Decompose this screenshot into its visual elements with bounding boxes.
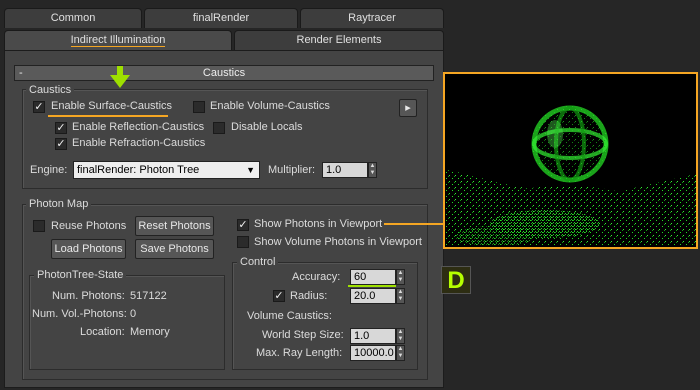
refraction-caustics-checkbox[interactable]: ✓ — [55, 138, 67, 150]
disable-locals-label[interactable]: Disable Locals — [231, 121, 303, 133]
reflection-caustics-checkbox[interactable]: ✓ — [55, 122, 67, 134]
arrow-down-icon — [110, 66, 130, 88]
chevron-down-icon: ▼ — [246, 165, 255, 175]
location-value: Memory — [130, 326, 170, 338]
more-options-button[interactable]: ▸ — [399, 99, 417, 117]
multiplier-spinner[interactable]: ▲ ▼ — [368, 162, 377, 178]
tab-indirect-illumination[interactable]: Indirect Illumination — [4, 30, 232, 50]
reuse-photons-label[interactable]: Reuse Photons — [51, 220, 126, 232]
radius-label: Radius: — [290, 290, 328, 302]
accuracy-highlight — [348, 285, 396, 287]
callout-line — [384, 223, 444, 225]
engine-value: finalRender: Photon Tree — [77, 164, 200, 176]
radius-checkbox[interactable]: ✓ — [273, 290, 285, 302]
photon-viewport-preview — [443, 72, 698, 249]
show-photons-viewport-label[interactable]: Show Photons in Viewport — [254, 218, 382, 230]
caustics-rollout-header[interactable]: - Caustics — [14, 65, 434, 81]
multiplier-label: Multiplier: — [268, 164, 316, 176]
num-vol-photons-value: 0 — [130, 308, 137, 320]
refraction-caustics-label[interactable]: Enable Refraction-Caustics — [72, 137, 205, 149]
num-photons-label: Num. Photons: — [52, 290, 125, 302]
photontree-state-label: PhotonTree-State — [34, 269, 127, 281]
tab-raytracer[interactable]: Raytracer — [300, 8, 444, 28]
rollout-title: Caustics — [202, 67, 246, 79]
tab-indirect-illumination-label: Indirect Illumination — [70, 34, 166, 47]
photon-map-group-label: Photon Map — [26, 198, 92, 210]
num-vol-photons-label: Num. Vol.-Photons: — [32, 308, 127, 320]
world-step-spinner[interactable]: ▲ ▼ — [396, 328, 405, 344]
engine-label: Engine: — [30, 164, 68, 176]
max-ray-length-spinner[interactable]: ▲ ▼ — [396, 345, 405, 361]
max-ray-length-label: Max. Ray Length: — [256, 347, 343, 359]
engine-dropdown[interactable]: finalRender: Photon Tree ▼ — [73, 161, 260, 179]
tab-render-elements[interactable]: Render Elements — [234, 30, 444, 50]
surface-caustics-checkbox[interactable]: ✓ — [33, 101, 45, 113]
radius-spinner[interactable]: ▲ ▼ — [396, 288, 405, 304]
volume-caustics-checkbox[interactable] — [193, 101, 205, 113]
location-label: Location: — [80, 326, 125, 338]
tab-finalrender[interactable]: finalRender — [144, 8, 298, 28]
photon-scatter-image — [445, 105, 696, 247]
show-photons-viewport-checkbox[interactable]: ✓ — [237, 219, 249, 231]
max-ray-length-field[interactable]: 10000.0 — [350, 345, 396, 361]
num-photons-value: 517122 — [130, 290, 167, 302]
tab-common[interactable]: Common — [4, 8, 142, 28]
control-label: Control — [237, 256, 279, 268]
load-photons-button[interactable]: Load Photons — [51, 239, 126, 259]
accuracy-label: Accuracy: — [292, 271, 341, 283]
highlight-underline — [48, 115, 168, 117]
surface-caustics-label[interactable]: Enable Surface-Caustics — [51, 100, 172, 112]
disable-locals-checkbox[interactable] — [213, 122, 225, 134]
show-volume-photons-label[interactable]: Show Volume Photons in Viewport — [254, 236, 422, 248]
reset-photons-button[interactable]: Reset Photons — [135, 216, 214, 236]
reflection-caustics-label[interactable]: Enable Reflection-Caustics — [72, 121, 204, 133]
d-badge: D — [441, 266, 471, 294]
volume-caustics-heading: Volume Caustics: — [247, 310, 332, 322]
caustics-group-label: Caustics — [26, 84, 75, 96]
world-step-field[interactable]: 1.0 — [350, 328, 396, 344]
radius-field[interactable]: 20.0 — [350, 288, 396, 304]
accuracy-field[interactable]: 60 — [350, 269, 396, 285]
save-photons-button[interactable]: Save Photons — [135, 239, 214, 259]
world-step-label: World Step Size: — [262, 329, 344, 341]
accuracy-spinner[interactable]: ▲ ▼ — [396, 269, 405, 285]
multiplier-field[interactable]: 1.0 — [322, 162, 368, 178]
reuse-photons-checkbox[interactable] — [33, 220, 45, 232]
show-volume-photons-checkbox[interactable] — [237, 236, 249, 248]
volume-caustics-label[interactable]: Enable Volume-Caustics — [210, 100, 330, 112]
